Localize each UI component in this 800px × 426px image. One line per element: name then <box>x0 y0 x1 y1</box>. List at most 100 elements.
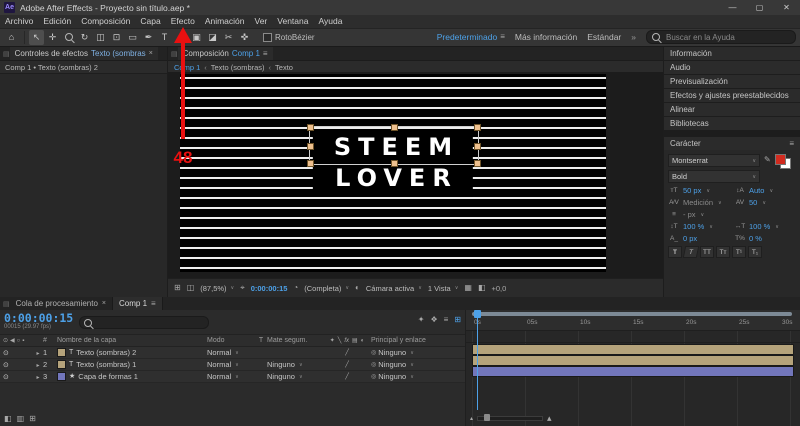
zoom-slider-handle[interactable] <box>484 414 490 421</box>
blend-mode-dropdown[interactable]: Normal∨ <box>207 372 255 381</box>
small-caps-button[interactable]: Tᴛ <box>716 246 730 258</box>
panel-menu-icon[interactable]: ≡ <box>263 50 268 58</box>
switch-icon[interactable]: ╱ <box>345 362 349 368</box>
column-trkmat[interactable]: Mate segum. <box>267 337 323 344</box>
close-icon[interactable]: × <box>102 300 106 307</box>
timeline-search-input[interactable] <box>95 318 204 327</box>
help-search-box[interactable] <box>646 30 796 44</box>
layer-row-1[interactable]: ⊙ ▸ 1 T Texto (sombras) 2 Normal∨ ╱ ◎ Ni… <box>0 347 465 359</box>
pickwhip-icon[interactable]: ◎ <box>371 362 376 368</box>
blend-mode-dropdown[interactable]: Normal∨ <box>207 348 255 357</box>
menu-composicion[interactable]: Composición <box>76 15 135 28</box>
puppet-pin-tool-icon[interactable]: ✜ <box>237 30 252 45</box>
eyedropper-icon[interactable]: ✎ <box>764 156 771 183</box>
fill-color-swatch[interactable] <box>775 154 786 165</box>
hand-tool-icon[interactable]: ✛ <box>45 30 60 45</box>
pickwhip-icon[interactable]: ◎ <box>371 374 376 380</box>
comp-timeline-tab[interactable]: Comp 1 ≡ <box>113 297 163 310</box>
selection-handle[interactable] <box>474 160 481 167</box>
roto-brush-tool-icon[interactable]: ✂ <box>221 30 236 45</box>
timeline-track-pane[interactable]: 0s 05s 10s 15s 20s 25s 30s ▴ ▴ <box>466 310 800 426</box>
selection-handle[interactable] <box>474 143 481 150</box>
menu-efecto[interactable]: Efecto 48 <box>166 15 200 28</box>
column-t[interactable]: T <box>255 337 267 344</box>
rotobezier-toggle[interactable]: RotoBézier <box>263 33 315 42</box>
superscript-button[interactable]: T¹ <box>732 246 746 258</box>
panel-alinear[interactable]: Alinear <box>664 103 800 116</box>
switch-icon[interactable]: ╱ <box>345 374 349 380</box>
blend-mode-dropdown[interactable]: Normal∨ <box>207 360 255 369</box>
eraser-tool-icon[interactable]: ◪ <box>205 30 220 45</box>
vertical-scale-field[interactable]: ↕T 100 %∨ <box>668 222 730 231</box>
twirl-icon[interactable]: ▸ <box>36 375 39 381</box>
camera-tool-icon[interactable]: ◫ <box>93 30 108 45</box>
visibility-eye-icon[interactable]: ⊙ <box>3 373 9 381</box>
magnification-dropdown[interactable]: (87,5%)∨ <box>200 284 234 293</box>
selection-handle[interactable] <box>307 124 314 131</box>
transparency-grid-icon[interactable]: ⊞ <box>174 284 181 292</box>
label-color-chip[interactable] <box>57 360 66 369</box>
kerning-dropdown[interactable]: A⁄V Medición∨ <box>668 198 730 207</box>
faux-italic-button[interactable]: T <box>683 246 700 258</box>
parent-link-dropdown[interactable]: ◎ Ninguno∨ <box>371 348 465 357</box>
layer-row-2[interactable]: ⊙ ▸ 2 T Texto (sombras) 1 Normal∨ Ningun… <box>0 359 465 371</box>
breadcrumb-comp[interactable]: Comp 1 <box>174 63 200 72</box>
minimize-button[interactable]: ― <box>719 0 746 15</box>
orbit-camera-tool-icon[interactable]: ↻ <box>77 30 92 45</box>
type-tool-icon[interactable]: T <box>157 30 172 45</box>
exposure-value[interactable]: +0,0 <box>492 284 507 293</box>
menu-edicion[interactable]: Edición <box>38 15 76 28</box>
pixel-aspect-icon[interactable]: ▦ <box>464 284 472 292</box>
all-caps-button[interactable]: TT <box>700 246 714 258</box>
region-of-interest-icon[interactable]: ⌖ <box>240 284 245 292</box>
brush-tool-icon[interactable]: ✐ <box>173 30 188 45</box>
panel-audio[interactable]: Audio <box>664 61 800 74</box>
pen-tool-icon[interactable]: ✒ <box>141 30 156 45</box>
label-color-chip[interactable] <box>57 372 66 381</box>
timeline-search-box[interactable] <box>79 316 209 329</box>
clone-stamp-tool-icon[interactable]: ▣ <box>189 30 204 45</box>
timeline-zoom-slider[interactable] <box>477 416 543 421</box>
pan-behind-tool-icon[interactable]: ⊡ <box>109 30 124 45</box>
composition-mini-flowchart-icon[interactable]: ✦ <box>418 316 425 324</box>
selection-handle[interactable] <box>307 143 314 150</box>
timeline-timecode[interactable]: 0:00:00:15 <box>4 312 73 324</box>
parent-link-dropdown[interactable]: ◎ Ninguno∨ <box>371 360 465 369</box>
panel-previsualizacion[interactable]: Previsualización <box>664 75 800 88</box>
active-camera-dropdown[interactable]: Cámara activa∨ <box>366 284 422 293</box>
draft-3d-icon[interactable]: ❖ <box>430 316 437 324</box>
selection-handle[interactable] <box>307 160 314 167</box>
column-number[interactable]: # <box>43 337 57 344</box>
panel-bibliotecas[interactable]: Bibliotecas <box>664 117 800 130</box>
layer-bar-2[interactable] <box>472 355 794 366</box>
layer-selection-box[interactable] <box>309 126 479 165</box>
stroke-width-dropdown[interactable]: ≡ - px∨ <box>668 210 730 219</box>
render-queue-tab[interactable]: Cola de procesamiento × <box>10 297 113 310</box>
composition-tab[interactable]: Composición Comp 1 ≡ <box>178 47 273 60</box>
selection-handle[interactable] <box>391 160 398 167</box>
twirl-icon[interactable]: ▸ <box>36 351 39 357</box>
playhead-handle[interactable] <box>474 310 481 318</box>
snapshot-icon[interactable]: ◫ <box>187 284 195 292</box>
menu-capa[interactable]: Capa <box>135 15 165 28</box>
fast-previews-icon[interactable]: ◧ <box>478 284 486 292</box>
channels-icon[interactable]: ◐ <box>355 284 360 292</box>
horizontal-scale-field[interactable]: ↔T 100 %∨ <box>734 222 796 231</box>
close-button[interactable]: ✕ <box>773 0 800 15</box>
panel-menu-icon[interactable]: ≡ <box>789 140 794 148</box>
font-family-dropdown[interactable]: Montserrat ∨ <box>668 154 760 167</box>
menu-archivo[interactable]: Archivo <box>0 15 38 28</box>
work-area-bar[interactable] <box>472 312 792 316</box>
column-mode[interactable]: Modo <box>207 337 255 344</box>
layer-bar-3[interactable] <box>472 366 794 377</box>
panel-efectos-ajustes[interactable]: Efectos y ajustes preestablecidos <box>664 89 800 102</box>
panel-informacion[interactable]: Información <box>664 47 800 60</box>
layer-name[interactable]: Texto (sombras) 2 <box>76 348 136 357</box>
layer-bar-1[interactable] <box>472 344 794 355</box>
leading-dropdown[interactable]: ↕A Auto∨ <box>734 186 796 195</box>
rotobezier-checkbox[interactable] <box>263 33 272 42</box>
graph-editor-icon[interactable]: ⊞ <box>454 316 461 324</box>
visibility-eye-icon[interactable]: ⊙ <box>3 361 9 369</box>
maximize-button[interactable]: ▢ <box>746 0 773 15</box>
motion-blur-icon[interactable]: ≡ <box>444 316 449 324</box>
